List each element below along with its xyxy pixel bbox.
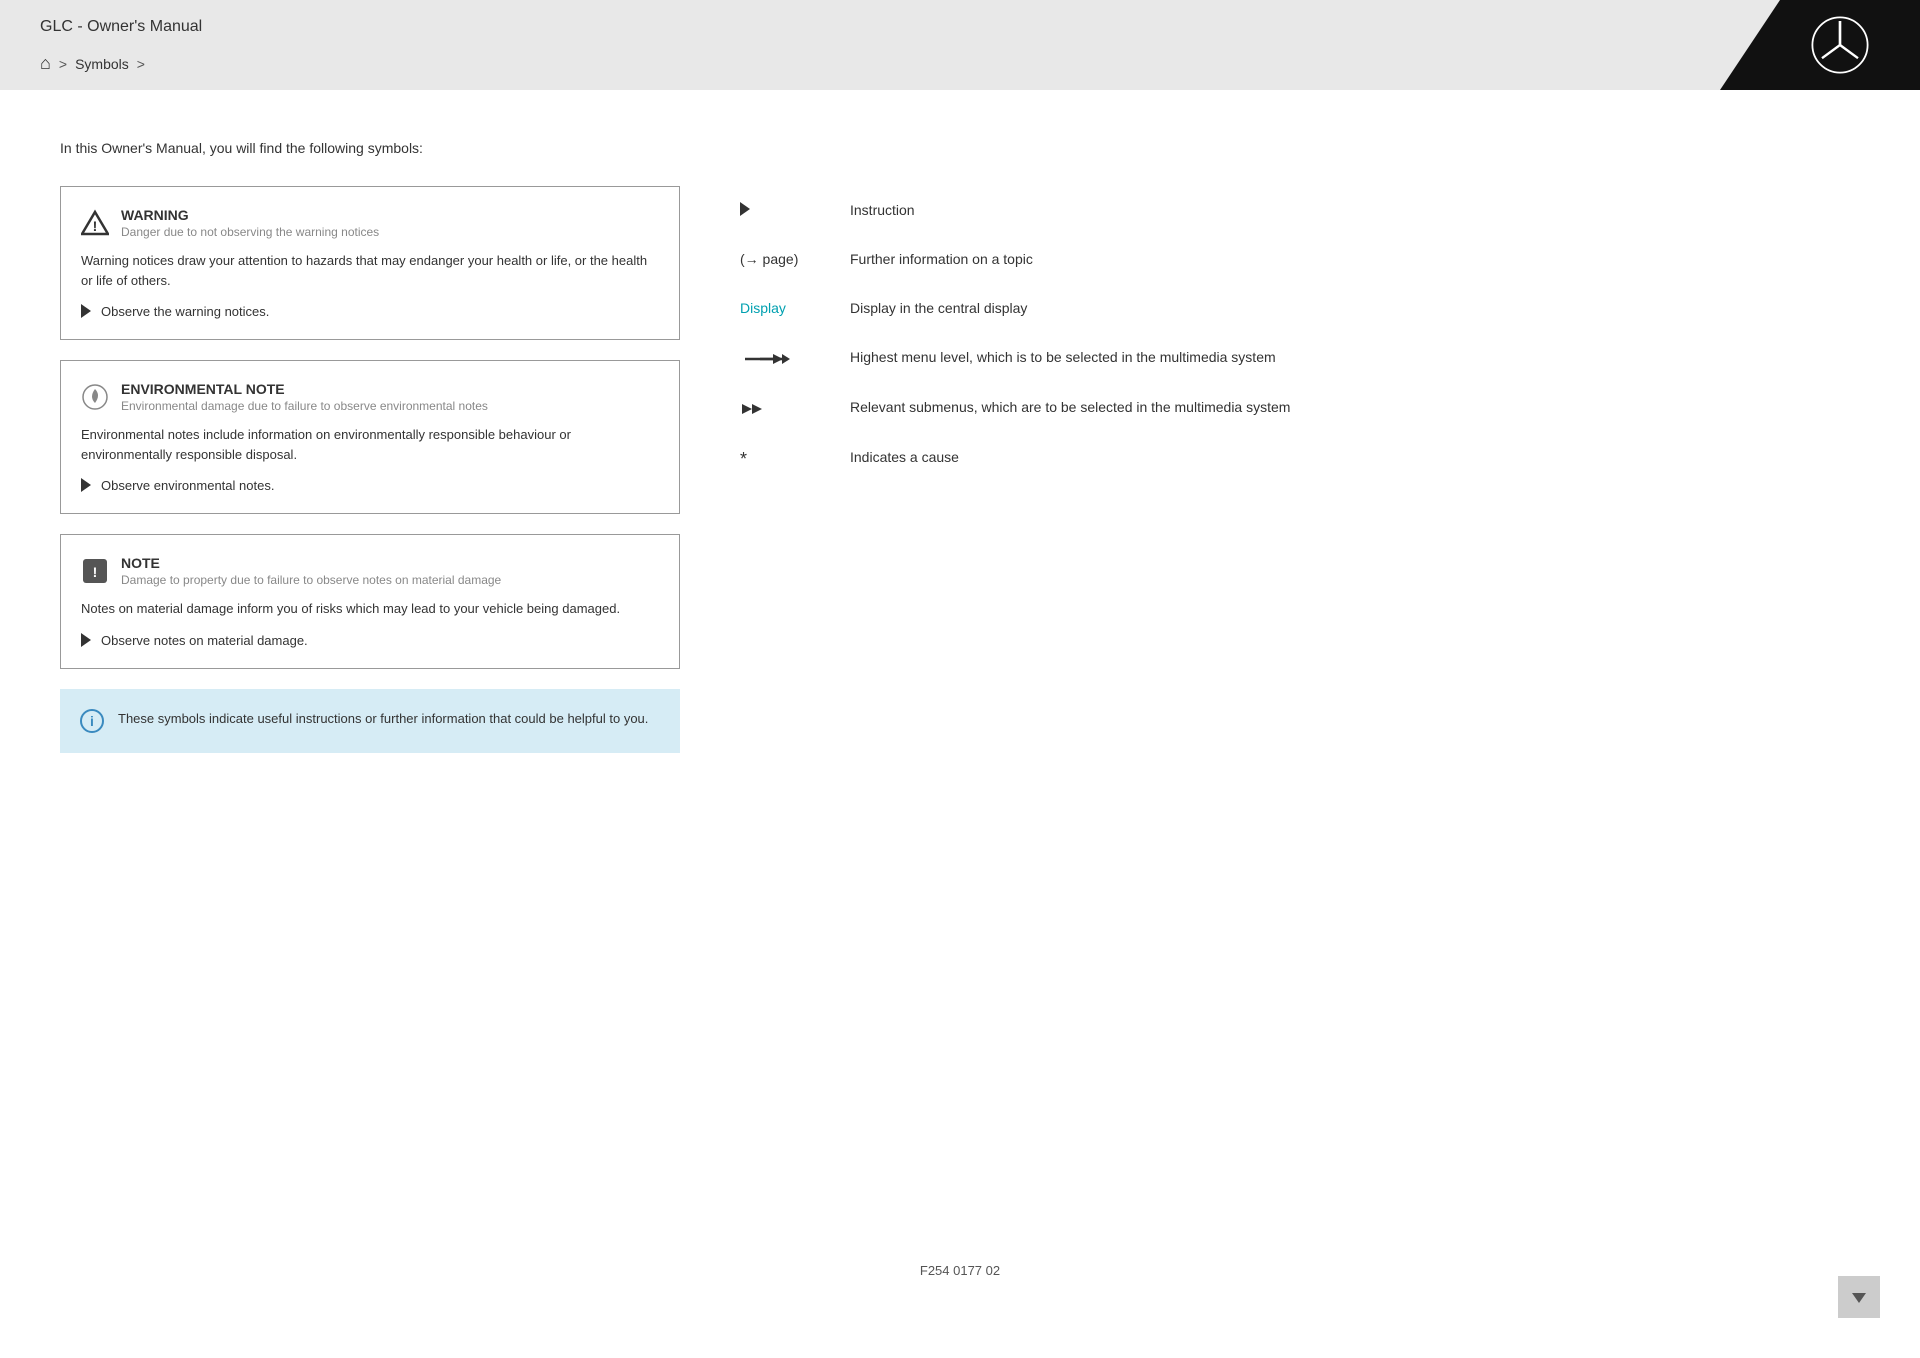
environmental-instruction: Observe environmental notes. xyxy=(81,478,659,493)
right-column: Instruction (→ page) Further information… xyxy=(740,186,1860,1243)
asterisk-label: * xyxy=(740,449,747,470)
environmental-box: ENVIRONMENTAL NOTE Environmental damage … xyxy=(60,360,680,514)
note-icon: ! xyxy=(81,557,109,585)
note-title: NOTE xyxy=(121,555,501,571)
instruction-icon xyxy=(740,200,820,216)
right-arrow-icon xyxy=(740,202,750,216)
note-subtitle: Damage to property due to failure to obs… xyxy=(121,573,501,587)
note-box: ! NOTE Damage to property due to failure… xyxy=(60,534,680,669)
further-info-desc: Further information on a topic xyxy=(850,249,1860,270)
warning-box: ! WARNING Danger due to not observing th… xyxy=(60,186,680,340)
intro-text: In this Owner's Manual, you will find th… xyxy=(60,140,1860,156)
svg-text:i: i xyxy=(90,713,94,729)
display-icon: Display xyxy=(740,298,820,316)
instruction-desc: Instruction xyxy=(850,200,1860,221)
menu-level-desc: Highest menu level, which is to be selec… xyxy=(850,347,1860,368)
note-title-group: NOTE Damage to property due to failure t… xyxy=(121,555,501,587)
note-header: ! NOTE Damage to property due to failure… xyxy=(81,555,659,587)
warning-instruction-text: Observe the warning notices. xyxy=(101,304,269,319)
environmental-title-group: ENVIRONMENTAL NOTE Environmental damage … xyxy=(121,381,488,413)
scroll-down-icon xyxy=(1849,1287,1869,1307)
logo-area xyxy=(1720,0,1920,90)
symbol-row-display: Display Display in the central display xyxy=(740,284,1860,333)
environmental-body: Environmental notes include information … xyxy=(81,425,659,464)
breadcrumb-sep1: > xyxy=(59,56,67,72)
symbol-row-further-info: (→ page) Further information on a topic xyxy=(740,235,1860,284)
main-content: In this Owner's Manual, you will find th… xyxy=(0,90,1920,1358)
page-ref-icon: (→ page) xyxy=(740,249,820,267)
double-arrow-icon xyxy=(740,397,820,419)
warning-arrow-icon xyxy=(81,304,91,318)
home-icon[interactable]: ⌂ xyxy=(40,53,51,74)
content-columns: ! WARNING Danger due to not observing th… xyxy=(60,186,1860,1243)
symbol-row-submenus: Relevant submenus, which are to be selec… xyxy=(740,383,1860,433)
submenus-desc: Relevant submenus, which are to be selec… xyxy=(850,397,1860,418)
footer-code: F254 0177 02 xyxy=(920,1263,1000,1278)
warning-icon: ! xyxy=(81,209,109,237)
page-ref-text: (→ page) xyxy=(740,251,798,267)
cause-desc: Indicates a cause xyxy=(850,447,1860,468)
mercedes-logo-icon xyxy=(1810,15,1870,75)
asterisk-icon: * xyxy=(740,447,820,470)
note-arrow-icon xyxy=(81,633,91,647)
environmental-instruction-text: Observe environmental notes. xyxy=(101,478,274,493)
display-label: Display xyxy=(740,300,786,316)
breadcrumb-sep2: > xyxy=(137,56,145,72)
symbol-row-instruction: Instruction xyxy=(740,186,1860,235)
environmental-icon xyxy=(81,383,109,411)
note-body: Notes on material damage inform you of r… xyxy=(81,599,659,619)
menu-arrow-icon xyxy=(740,347,820,369)
svg-text:!: ! xyxy=(93,218,98,234)
info-text: These symbols indicate useful instructio… xyxy=(118,709,648,729)
warning-title: WARNING xyxy=(121,207,379,223)
warning-body: Warning notices draw your attention to h… xyxy=(81,251,659,290)
warning-subtitle: Danger due to not observing the warning … xyxy=(121,225,379,239)
note-instruction-text: Observe notes on material damage. xyxy=(101,633,308,648)
environmental-header: ENVIRONMENTAL NOTE Environmental damage … xyxy=(81,381,659,413)
info-icon: i xyxy=(80,709,104,733)
info-box: i These symbols indicate useful instruct… xyxy=(60,689,680,753)
footer: F254 0177 02 xyxy=(60,1243,1860,1298)
note-instruction: Observe notes on material damage. xyxy=(81,633,659,648)
header: GLC - Owner's Manual ⌂ > Symbols > xyxy=(0,0,1920,90)
breadcrumb-symbols[interactable]: Symbols xyxy=(75,56,129,72)
warning-title-group: WARNING Danger due to not observing the … xyxy=(121,207,379,239)
breadcrumb: ⌂ > Symbols > xyxy=(40,53,145,74)
symbol-table: Instruction (→ page) Further information… xyxy=(740,186,1860,484)
svg-text:!: ! xyxy=(93,564,98,580)
environmental-arrow-icon xyxy=(81,478,91,492)
scroll-down-button[interactable] xyxy=(1838,1276,1880,1318)
page-title: GLC - Owner's Manual xyxy=(40,18,202,36)
left-column: ! WARNING Danger due to not observing th… xyxy=(60,186,680,1243)
environmental-title: ENVIRONMENTAL NOTE xyxy=(121,381,488,397)
symbol-row-menu-level: Highest menu level, which is to be selec… xyxy=(740,333,1860,383)
symbol-row-cause: * Indicates a cause xyxy=(740,433,1860,484)
display-desc: Display in the central display xyxy=(850,298,1860,319)
warning-header: ! WARNING Danger due to not observing th… xyxy=(81,207,659,239)
environmental-subtitle: Environmental damage due to failure to o… xyxy=(121,399,488,413)
warning-instruction: Observe the warning notices. xyxy=(81,304,659,319)
